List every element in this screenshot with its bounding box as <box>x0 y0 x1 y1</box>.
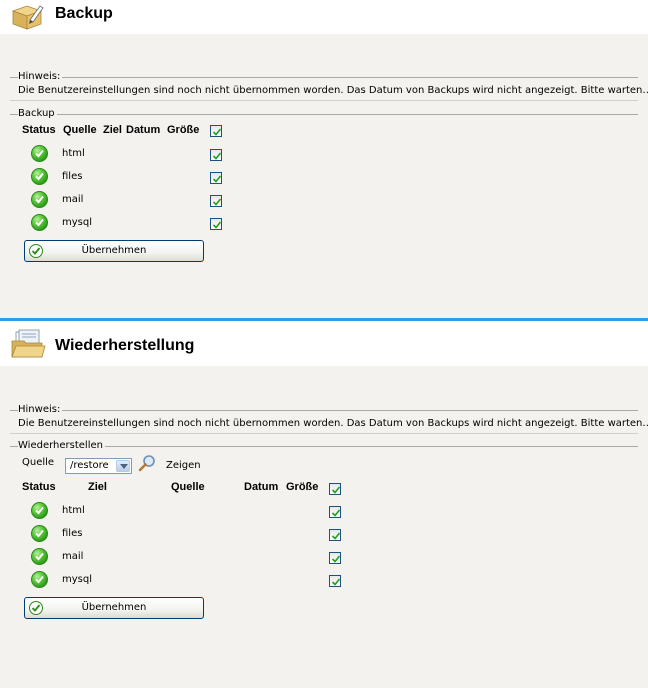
hint-fieldset-border <box>10 410 638 411</box>
green-check-icon <box>31 525 48 542</box>
restore-row-checkbox[interactable] <box>329 529 341 541</box>
hint-fieldset-bottom <box>10 100 638 101</box>
green-check-icon <box>31 548 48 565</box>
green-check-icon <box>31 571 48 588</box>
hint-text: Die Benutzereinstellungen sind noch nich… <box>18 418 648 429</box>
hint-fieldset-bottom <box>10 433 638 434</box>
restore-row-checkbox[interactable] <box>329 552 341 564</box>
magnifier-icon[interactable] <box>137 454 157 475</box>
column-target: Ziel <box>103 124 122 136</box>
restore-row-checkbox[interactable] <box>329 506 341 518</box>
restore-row-label: html <box>62 505 85 516</box>
source-select[interactable]: /restore <box>65 458 132 474</box>
green-check-icon <box>31 214 48 231</box>
apply-button-label: Übernehmen <box>81 245 147 256</box>
green-check-icon <box>31 145 48 162</box>
column-source: Quelle <box>171 481 205 493</box>
backup-row-checkbox[interactable] <box>210 218 222 230</box>
green-check-icon <box>31 168 48 185</box>
column-status: Status <box>22 124 56 136</box>
column-status: Status <box>22 481 56 493</box>
backup-row-label: mysql <box>62 217 92 228</box>
column-size: Größe <box>167 124 200 136</box>
open-folder-documents-icon <box>10 329 46 362</box>
restore-row-label: mysql <box>62 574 92 585</box>
backup-legend: Backup <box>18 108 57 119</box>
restore-legend: Wiederherstellen <box>18 440 105 451</box>
green-check-icon <box>31 502 48 519</box>
restore-row-checkbox[interactable] <box>329 575 341 587</box>
backup-row-label: html <box>62 148 85 159</box>
restore-apply-button[interactable]: Übernehmen <box>24 597 204 619</box>
hint-legend: Hinweis: <box>18 71 63 82</box>
column-target: Ziel <box>88 481 107 493</box>
source-label: Quelle <box>22 457 55 468</box>
page-title: Wiederherstellung <box>55 337 195 354</box>
restore-row-label: files <box>62 528 83 539</box>
hint-fieldset-border <box>10 77 638 78</box>
backup-row-label: mail <box>62 194 84 205</box>
restore-row-label: mail <box>62 551 84 562</box>
show-button[interactable]: Zeigen <box>166 460 201 471</box>
select-all-checkbox[interactable] <box>329 483 341 495</box>
box-with-pen-icon <box>10 2 44 33</box>
backup-row-checkbox[interactable] <box>210 195 222 207</box>
backup-row-label: files <box>62 171 83 182</box>
hint-text: Die Benutzereinstellungen sind noch nich… <box>18 85 648 96</box>
source-select-value: /restore <box>70 460 109 471</box>
backup-header: Backup <box>0 0 648 34</box>
restore-header: Wiederherstellung <box>0 321 648 366</box>
select-all-checkbox[interactable] <box>210 125 222 137</box>
column-size: Größe <box>286 481 319 493</box>
chevron-down-icon[interactable] <box>116 460 130 472</box>
hint-legend: Hinweis: <box>18 404 63 415</box>
column-source: Quelle <box>63 124 97 136</box>
backup-row-checkbox[interactable] <box>210 149 222 161</box>
backup-fieldset-border <box>10 114 638 115</box>
column-date: Datum <box>244 481 279 493</box>
page-title: Backup <box>55 5 113 22</box>
backup-apply-button[interactable]: Übernehmen <box>24 240 204 262</box>
apply-button-label: Übernehmen <box>81 602 147 613</box>
backup-row-checkbox[interactable] <box>210 172 222 184</box>
green-check-icon <box>31 191 48 208</box>
column-date: Datum <box>126 124 161 136</box>
